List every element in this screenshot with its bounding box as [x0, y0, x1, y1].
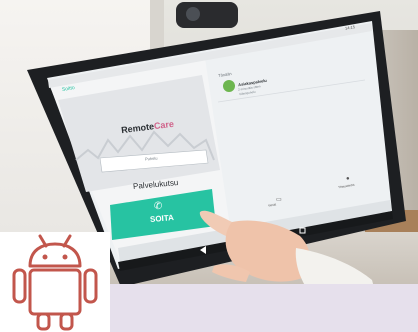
android-icon [12, 234, 98, 331]
photo-scene: 14:15 Soitto RemoteCare Puhelu Palveluku… [0, 0, 418, 332]
android-logo-box [0, 232, 110, 332]
floor [110, 284, 418, 332]
